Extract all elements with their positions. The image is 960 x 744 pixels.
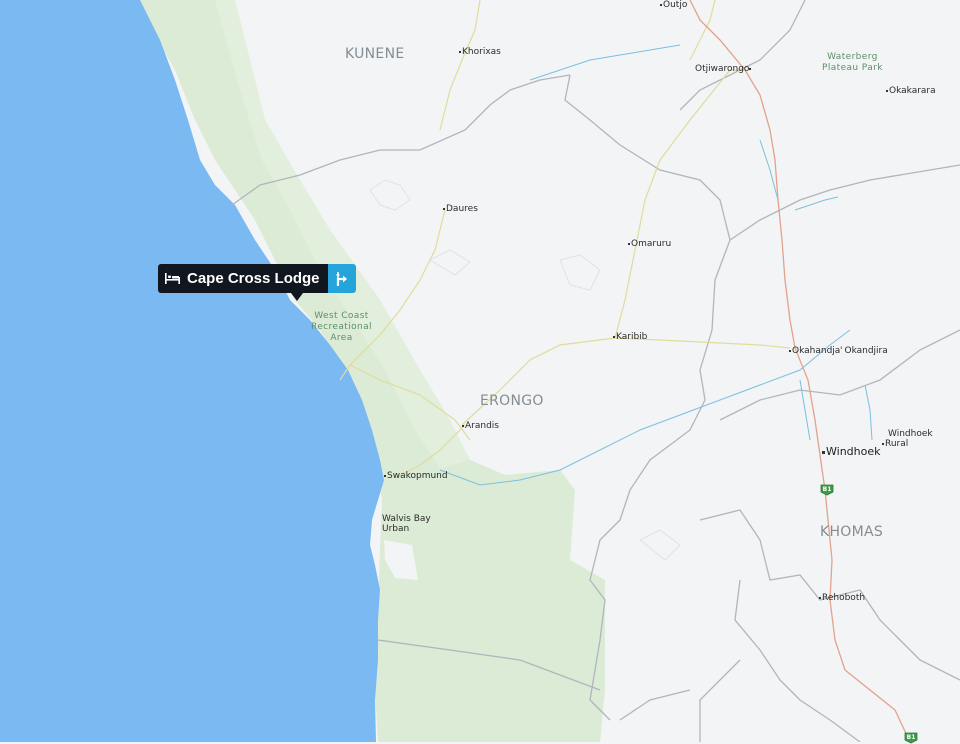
town-label-swakopmund[interactable]: Swakopmund (384, 471, 448, 481)
place-name: Cape Cross Lodge (187, 270, 320, 287)
town-label-walvis-bay[interactable]: Walvis Bay Urban (382, 514, 431, 534)
town-label-omaruru[interactable]: Omaruru (628, 239, 671, 249)
town-label-otjiwarongo[interactable]: Otjiwarongo (695, 64, 752, 74)
region-label-kunene: KUNENE (345, 46, 405, 62)
directions-icon (336, 271, 347, 286)
town-label-windhoek-rural[interactable]: Windhoek Rural (882, 429, 933, 449)
town-label-okahandja[interactable]: Okahandja (789, 346, 840, 356)
town-label-daures[interactable]: Daures (443, 204, 478, 214)
park-label-waterberg: Waterberg Plateau Park (822, 52, 883, 74)
region-label-khomas: KHOMAS (820, 524, 884, 540)
town-label-line-1: Windhoek (888, 429, 933, 439)
park-label-line-1: Waterberg (827, 52, 878, 62)
marker-pointer (291, 293, 303, 301)
town-label-line-2: Urban (382, 524, 410, 534)
park-label-line-3: Area (330, 333, 353, 343)
town-label-line-1: Walvis Bay (382, 514, 431, 524)
town-label-rehoboth[interactable]: Rehoboth (819, 593, 865, 603)
city-label-windhoek[interactable]: Windhoek (822, 446, 880, 457)
directions-button[interactable] (327, 264, 356, 293)
road-shield-b1: B1 (820, 484, 834, 496)
park-label-west-coast: West Coast Recreational Area (311, 311, 372, 344)
place-marker-label[interactable]: Cape Cross Lodge (158, 264, 328, 293)
town-label-outjo[interactable]: Outjo (660, 0, 687, 10)
bed-icon (165, 273, 180, 284)
park-label-line-2: Plateau Park (822, 63, 883, 73)
town-label-khorixas[interactable]: Khorixas (459, 47, 501, 57)
town-label-arandis[interactable]: Arandis (462, 421, 499, 431)
park-label-line-2: Recreational (311, 322, 372, 332)
region-label-erongo: ERONGO (480, 393, 544, 409)
town-label-okakarara[interactable]: Okakarara (886, 86, 936, 96)
road-shield-b1: B1 (904, 732, 918, 744)
town-label-okandjira[interactable]: ' Okandjira (840, 346, 888, 356)
map-canvas[interactable] (0, 0, 960, 742)
park-label-line-1: West Coast (314, 311, 369, 321)
place-marker[interactable]: Cape Cross Lodge (158, 264, 356, 301)
town-label-karibib[interactable]: Karibib (613, 332, 647, 342)
town-label-line-2: Rural (882, 439, 933, 449)
